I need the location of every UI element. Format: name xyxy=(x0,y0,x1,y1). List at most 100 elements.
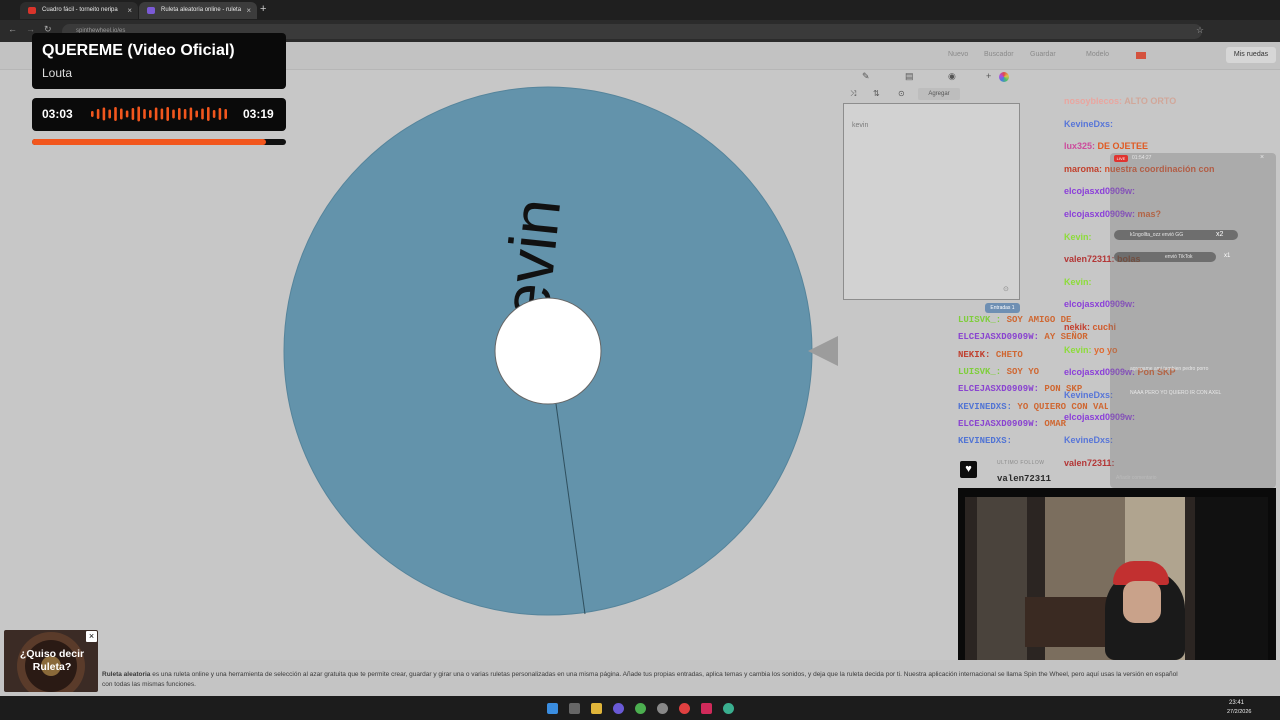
chat-username[interactable]: lux325: xyxy=(1064,141,1098,151)
clipboard-icon[interactable]: ▤ xyxy=(905,71,914,82)
clock-date: 27/2/2026 xyxy=(1227,709,1252,715)
start-icon[interactable] xyxy=(547,703,558,714)
waveform-bar xyxy=(125,110,129,118)
chat-message: valen72311: xyxy=(1064,458,1115,468)
color-palette-icon[interactable] xyxy=(999,72,1009,82)
close-tab-icon[interactable]: × xyxy=(246,2,251,19)
chat-username[interactable]: KEVINEDXS: xyxy=(958,402,1017,412)
chat-username[interactable]: maroma: xyxy=(1064,164,1105,174)
chat-message: Kevin: xyxy=(1064,277,1092,287)
tab-ruleta[interactable]: Ruleta aleatoria online - ruleta × xyxy=(139,2,257,19)
spin-wheel[interactable]: kevin xyxy=(283,86,813,616)
search-icon[interactable] xyxy=(569,703,580,714)
waveform-bar xyxy=(212,110,216,118)
shuffle-icon[interactable]: ⤨ xyxy=(850,89,856,99)
chat-text: SOY AMIGO DE xyxy=(1006,315,1072,325)
nav-save[interactable]: Guardar xyxy=(1030,51,1056,58)
sort-icon[interactable]: ⇅ xyxy=(873,89,880,98)
chat-text: YO QUIERO CON VALEN xyxy=(1017,401,1108,412)
nav-model[interactable]: Modelo xyxy=(1086,51,1109,58)
waveform-bar xyxy=(108,109,111,119)
waveform-bar xyxy=(114,107,117,121)
cam-wall-left xyxy=(977,497,1027,660)
chat-message: lux325: DE OJETEE xyxy=(1064,141,1148,151)
add-entry-button[interactable]: Agregar xyxy=(918,88,960,100)
tiktok-icon[interactable] xyxy=(701,703,712,714)
chat-username[interactable]: LUISVK_: xyxy=(958,367,1007,377)
entries-textarea[interactable] xyxy=(843,103,1020,300)
chat-username[interactable]: valen72311: xyxy=(1064,458,1115,468)
chat-text: DE OJETEE xyxy=(1097,141,1149,152)
song-title: QUEREME (Video Oficial) xyxy=(42,42,235,59)
app4-icon[interactable] xyxy=(723,703,734,714)
waveform-bar xyxy=(131,108,135,120)
chat-message: KEVINEDXS: xyxy=(958,436,1012,446)
chat-username[interactable]: NEKIK: xyxy=(958,350,996,360)
last-follow-name: valen72311 xyxy=(997,474,1052,484)
chat-username[interactable]: ELCEJASXD0909W: xyxy=(958,332,1044,342)
chrome-icon[interactable] xyxy=(635,703,646,714)
nav-search[interactable]: Buscador xyxy=(984,51,1014,58)
chat-message: LUISVK_: SOY YO xyxy=(958,367,1039,377)
waveform-bar xyxy=(160,108,164,120)
ad-text: ¿Quiso decir Ruleta? xyxy=(19,648,85,673)
chat-username[interactable]: KEVINEDXS: xyxy=(958,436,1012,446)
tab-favicon-icon xyxy=(147,7,155,14)
chat-message: nosoyblecos: ALTO ORTO xyxy=(1064,96,1176,106)
folder-icon[interactable] xyxy=(591,703,602,714)
app-icon[interactable] xyxy=(613,703,624,714)
tab-cuadro[interactable]: Cuadro fácil - torneito neripa × xyxy=(20,2,138,19)
info-bold: Ruleta aleatoria xyxy=(102,671,151,678)
chat-username[interactable]: Kevin: xyxy=(1064,232,1092,242)
gift-count-2: x1 xyxy=(1224,253,1231,259)
gift-notification-text-2: envió TikTok xyxy=(1165,254,1193,260)
close-tab-icon[interactable]: × xyxy=(127,2,132,19)
app3-icon[interactable] xyxy=(679,703,690,714)
chat-text: AY SEÑOR xyxy=(1044,332,1088,343)
gift-count: x2 xyxy=(1216,231,1224,238)
live-stream-popup xyxy=(1110,153,1276,488)
chat-username[interactable]: LUISVK_: xyxy=(958,315,1007,325)
clock-time: 23:41 xyxy=(1229,700,1245,706)
popup-close-icon[interactable]: × xyxy=(1260,154,1264,161)
nav-new[interactable]: Nuevo xyxy=(948,51,968,58)
chat-text: CHETO xyxy=(995,349,1023,360)
resize-handle-icon[interactable]: ⊙ xyxy=(1003,285,1009,293)
waveform-bar xyxy=(166,107,169,121)
chat-username[interactable]: ELCEJASXD0909W: xyxy=(958,384,1044,394)
chat-username[interactable]: KevineDxs: xyxy=(1064,119,1113,129)
chat-username[interactable]: nosoyblecos: xyxy=(1064,96,1124,106)
chat-username[interactable]: ELCEJASXD0909W: xyxy=(958,419,1044,429)
waveform-bar xyxy=(91,111,94,117)
new-tab-button[interactable]: + xyxy=(260,3,266,15)
chat-text: PON SKP xyxy=(1044,384,1083,395)
app2-icon[interactable] xyxy=(657,703,668,714)
language-flag-icon[interactable] xyxy=(1136,52,1146,59)
bookmark-star-icon[interactable]: ☆ xyxy=(1196,25,1204,36)
song-progress-fill xyxy=(32,139,266,145)
live-badge: LIVE xyxy=(1114,155,1128,162)
settings-icon[interactable]: ⊙ xyxy=(898,89,905,98)
waveform-bar xyxy=(195,110,198,118)
waveform-bar xyxy=(218,108,222,120)
tab-label: Cuadro fácil - torneito neripa xyxy=(42,7,118,13)
back-icon[interactable]: ← xyxy=(8,24,17,34)
entries-count-badge: Entradas 1 xyxy=(985,303,1020,313)
my-wheels-button[interactable]: Mis ruedas xyxy=(1226,47,1276,63)
hide-icon[interactable]: ◉ xyxy=(948,71,956,82)
popup-comment: agregame ami tambien pedro porro xyxy=(1130,366,1209,372)
waveform-bar xyxy=(224,109,227,119)
waveform-bar xyxy=(201,108,204,120)
stream-chat-secondary: LUISVK_: SOY AMIGO DE ELCEJASXD0909W: AY … xyxy=(958,315,1108,455)
add-icon[interactable]: + xyxy=(986,71,991,81)
chat-username[interactable]: Kevin: xyxy=(1064,277,1092,287)
waveform-bar xyxy=(154,107,158,121)
wheel-center-button[interactable] xyxy=(494,297,602,405)
add-comment-input[interactable]: Añadir comentario xyxy=(1116,475,1157,481)
waveform-bar xyxy=(178,108,181,120)
chat-text: ALTO ORTO xyxy=(1124,96,1177,106)
info-body: es una ruleta online y una herramienta d… xyxy=(102,671,1178,688)
pencil-icon[interactable]: ✎ xyxy=(862,71,870,82)
close-icon[interactable]: × xyxy=(86,631,97,642)
waveform-bar xyxy=(189,107,193,121)
